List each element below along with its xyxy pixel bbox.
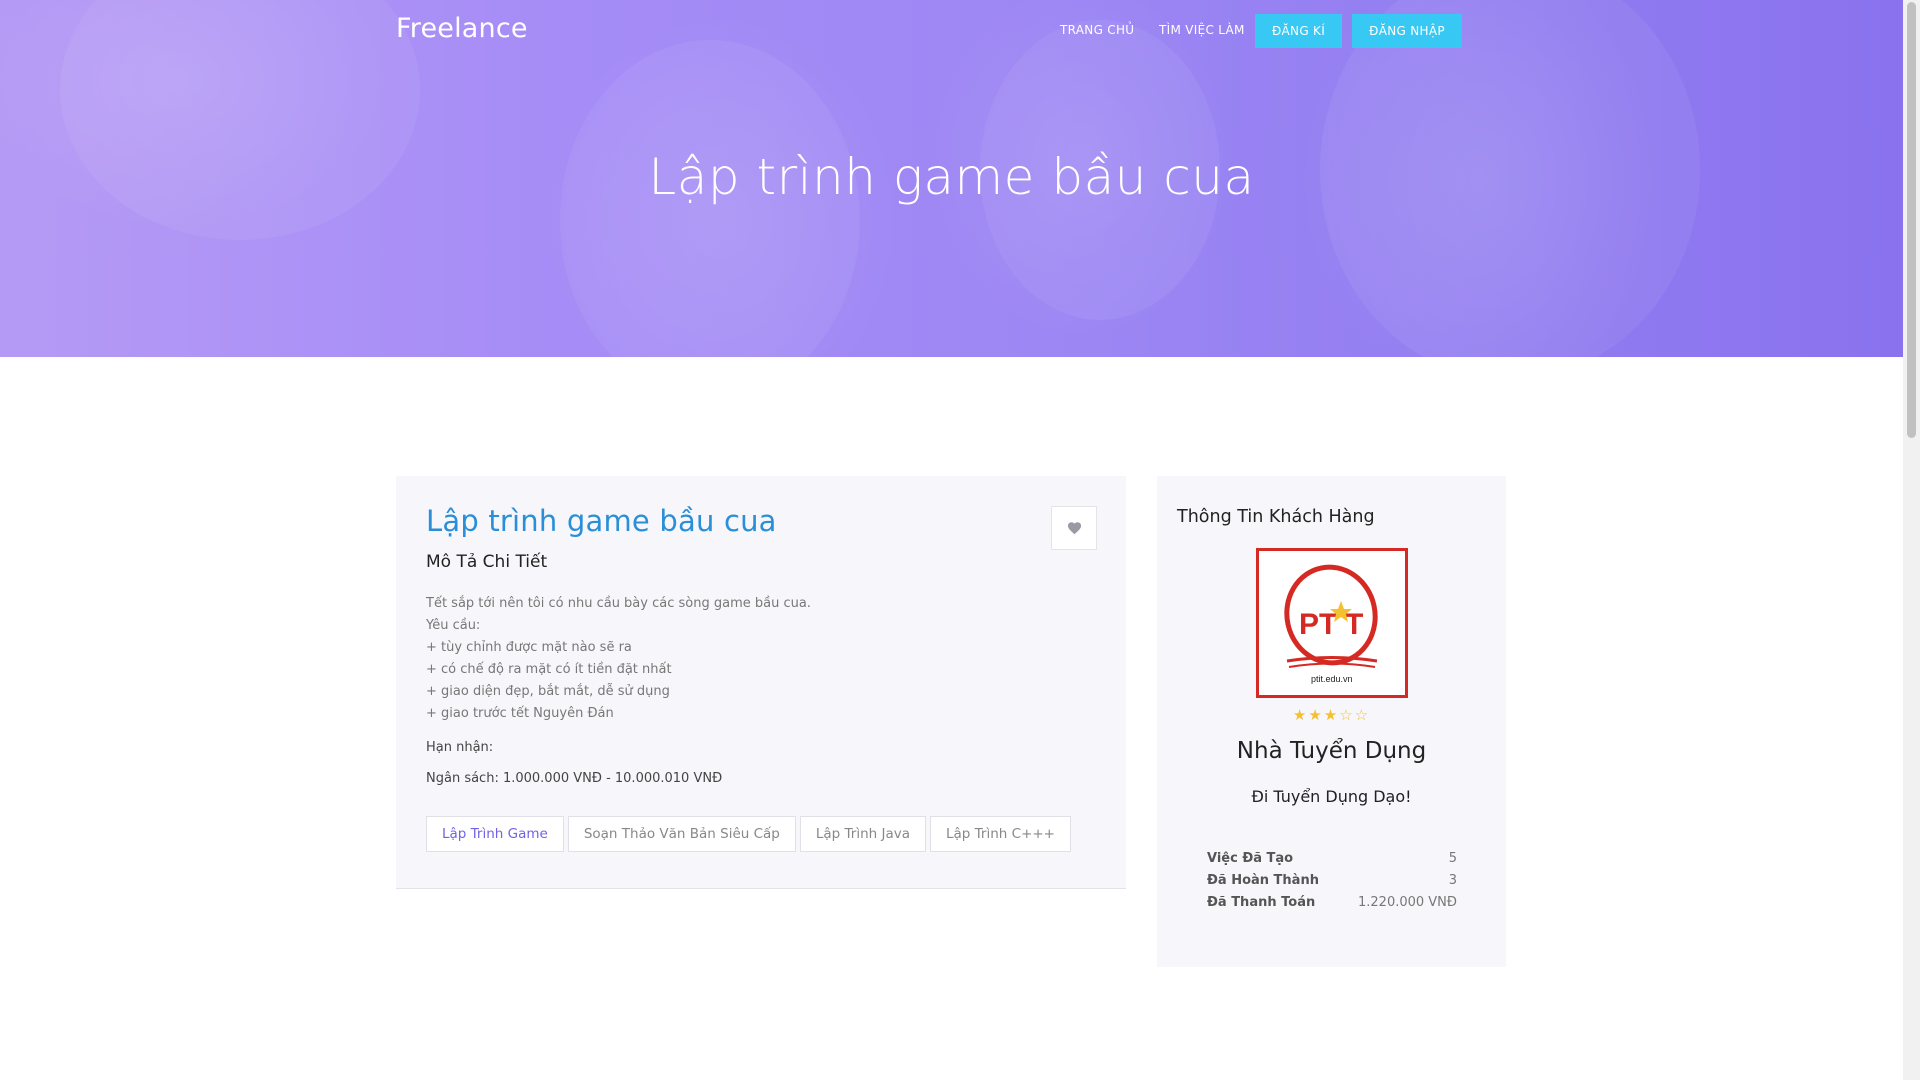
ptit-logo-icon: PT T ptit.edu.vn — [1284, 564, 1378, 684]
skill-tag[interactable]: Lập Trình Java — [799, 816, 927, 852]
description-line: + giao diện đẹp, bắt mắt, dễ sử dụng — [426, 684, 670, 699]
heart-icon — [1067, 522, 1081, 535]
navbar: Freelance TRANG CHỦ TÌM VIỆC LÀM ĐĂNG KÍ… — [396, 0, 1462, 62]
job-detail-card: Lập trình game bầu cua Mô Tả Chi Tiết Tế… — [396, 476, 1126, 889]
rating-stars: ★★★☆☆ — [1157, 706, 1506, 724]
hero-title: Lập trình game bầu cua — [648, 148, 1255, 206]
hero-banner: Freelance TRANG CHỦ TÌM VIỆC LÀM ĐĂNG KÍ… — [0, 0, 1903, 357]
stat-row: Đã Thanh Toán 1.220.000 VNĐ — [1207, 895, 1457, 917]
stat-row: Đã Hoàn Thành 3 — [1207, 873, 1457, 895]
job-budget: Ngân sách: 1.000.000 VNĐ - 10.000.010 VN… — [426, 771, 723, 786]
brand-logo[interactable]: Freelance — [396, 13, 528, 44]
stat-value: 3 — [1448, 873, 1457, 888]
stat-label: Đã Hoàn Thành — [1207, 873, 1319, 888]
skill-tag[interactable]: Lập Trình C+++ — [930, 816, 1071, 852]
favorite-button[interactable] — [1051, 506, 1097, 550]
skill-tags: Lập Trình Game Soạn Thảo Văn Bản Siêu Cấ… — [426, 816, 1071, 852]
svg-text:ptit.edu.vn: ptit.edu.vn — [1311, 674, 1353, 684]
description-line: + có chế độ ra mặt có ít tiền đặt nhất — [426, 662, 672, 677]
page-scrollbar[interactable] — [1903, 0, 1920, 1080]
svg-text:PT: PT — [1299, 608, 1337, 641]
description-line: Yêu cầu: — [426, 618, 481, 633]
star-empty-icon: ☆ — [1354, 706, 1371, 724]
stat-label: Việc Đã Tạo — [1207, 851, 1294, 866]
client-info-card: Thông Tin Khách Hàng PT T ptit.edu.vn ★★… — [1157, 476, 1506, 967]
star-filled-icon: ★ — [1292, 706, 1309, 724]
stat-value: 1.220.000 VNĐ — [1358, 895, 1457, 910]
company-logo: PT T ptit.edu.vn — [1256, 548, 1408, 698]
svg-text:T: T — [1345, 608, 1363, 641]
stat-value: 5 — [1448, 851, 1457, 866]
job-deadline: Hạn nhận: — [426, 740, 494, 755]
star-empty-icon: ☆ — [1339, 706, 1355, 724]
scrollbar-thumb[interactable] — [1907, 2, 1916, 438]
register-button[interactable]: ĐĂNG KÍ — [1255, 14, 1342, 48]
nav-link-home[interactable]: TRANG CHỦ — [1060, 23, 1134, 37]
job-subtitle: Mô Tả Chi Tiết — [426, 552, 548, 572]
stat-label: Đã Thanh Toán — [1207, 895, 1316, 910]
description-line: Tết sắp tới nên tôi có nhu cầu bày các s… — [426, 596, 811, 611]
star-filled-icon: ★ — [1308, 706, 1324, 724]
company-slogan: Đi Tuyển Dụng Dạo! — [1251, 787, 1412, 806]
login-button[interactable]: ĐĂNG NHẬP — [1352, 14, 1462, 48]
skill-tag[interactable]: Lập Trình Game — [426, 816, 564, 852]
job-description: Tết sắp tới nên tôi có nhu cầu bày các s… — [426, 593, 811, 725]
client-info-title: Thông Tin Khách Hàng — [1177, 507, 1375, 527]
company-name: Nhà Tuyển Dụng — [1236, 738, 1427, 764]
description-line: + giao trước tết Nguyên Đán — [426, 706, 614, 721]
star-filled-icon: ★ — [1323, 706, 1340, 724]
stat-row: Việc Đã Tạo 5 — [1207, 851, 1457, 873]
description-line: + tùy chỉnh được mặt nào sẽ ra — [426, 640, 632, 655]
nav-link-find-jobs[interactable]: TÌM VIỆC LÀM — [1159, 23, 1245, 37]
job-title: Lập trình game bầu cua — [426, 504, 777, 538]
skill-tag[interactable]: Soạn Thảo Văn Bản Siêu Cấp — [567, 816, 796, 852]
